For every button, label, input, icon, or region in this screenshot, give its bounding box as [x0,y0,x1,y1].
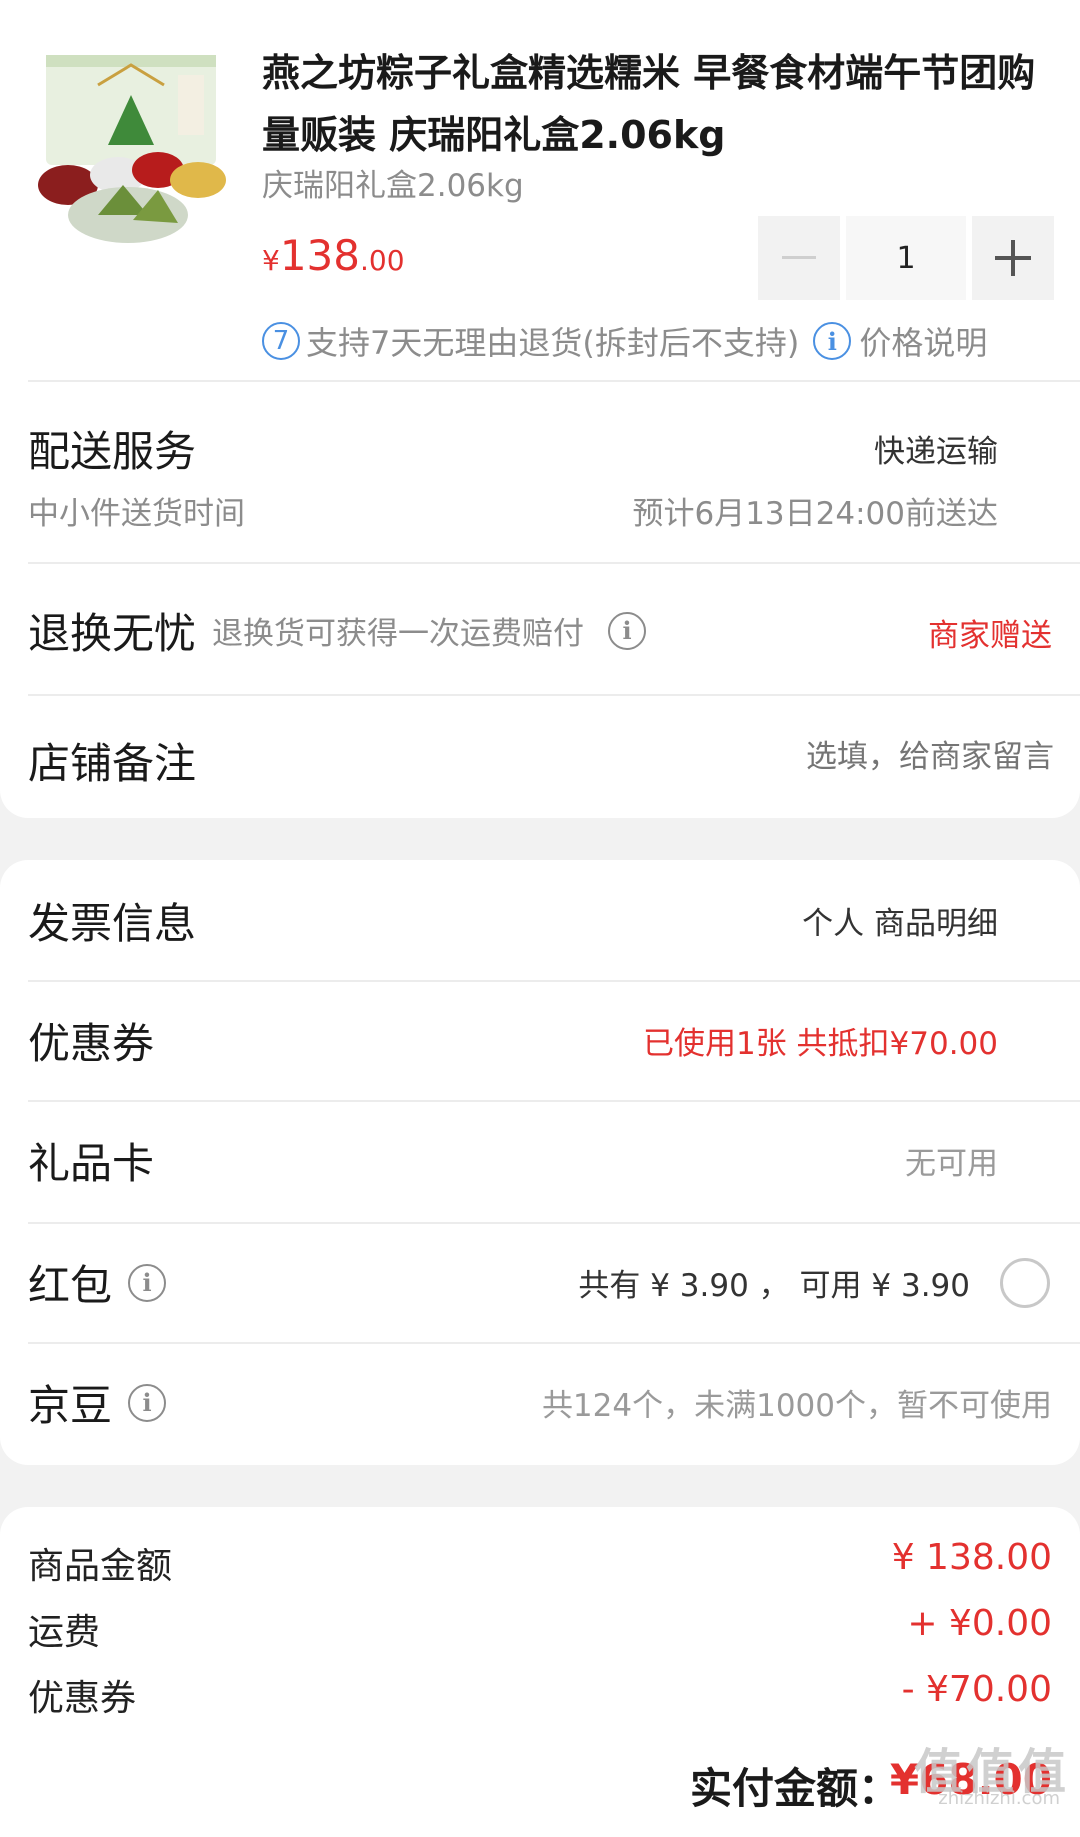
remark-label: 店铺备注 [28,739,197,788]
payment-options-card: 发票信息 个人 商品明细 优惠券 已使用1张 共抵扣¥70.00 礼品卡 无可用… [0,860,1080,1465]
divider [28,1342,1080,1344]
delivery-eta[interactable]: 预计6月13日24:00前送达 [632,488,998,533]
remark-input[interactable] [632,728,1056,786]
delivery-sub-label: 中小件送货时间 [28,496,245,532]
coupon-discount-label: 优惠券 [28,1678,137,1719]
decrease-quantity-button[interactable] [758,216,840,300]
giftcard-value[interactable]: 无可用 [905,1138,998,1183]
quantity-value[interactable]: 1 [846,216,966,300]
product-image[interactable] [28,45,234,251]
redpacket-value: 共有 ¥ 3.90 ， 可用 ¥ 3.90 [578,1268,970,1304]
total-label: 实付金额： [690,1764,901,1813]
delivery-method[interactable]: 快递运输 [874,426,998,471]
return-policy-row: 7 支持7天无理由退货(拆封后不支持) i 价格说明 [262,318,987,364]
jingdou-label: 京豆 [28,1381,113,1430]
coupon-discount-value: - ¥70.00 [901,1669,1052,1710]
return-policy-text: 支持7天无理由退货(拆封后不支持) [306,324,800,362]
minus-icon [782,256,816,259]
info-icon[interactable]: i [128,1263,167,1302]
price-note-link[interactable]: 价格说明 [859,318,987,364]
jingdou-value: 共124个，未满1000个，暂不可使用 [541,1388,1052,1424]
price-decimal: .00 [360,244,405,277]
divider [28,980,1080,982]
exchange-value: 商家赠送 [928,618,1052,654]
giftcard-label: 礼品卡 [28,1139,155,1188]
remark-field[interactable] [632,728,1056,786]
price-integer: 138 [279,231,360,280]
product-card: 燕之坊粽子礼盒精选糯米 早餐食材端午节团购量贩装 庆瑞阳礼盒2.06kg 庆瑞阳… [0,0,1080,818]
goods-amount-value: ¥ 138.00 [891,1537,1052,1578]
plus-icon [995,240,1031,276]
shipping-value: + ¥0.00 [907,1603,1052,1644]
exchange-desc: 退换货可获得一次运费赔付 [212,616,585,652]
invoice-label: 发票信息 [28,899,197,948]
divider [28,562,1080,564]
quantity-stepper: 1 [758,216,1054,300]
exchange-row[interactable]: 退换无忧 退换货可获得一次运费赔付 i [28,600,647,661]
increase-quantity-button[interactable] [972,216,1054,300]
divider [28,694,1080,696]
delivery-label: 配送服务 [28,427,197,476]
divider [28,1222,1080,1224]
info-icon[interactable]: i [608,611,647,650]
info-icon[interactable]: i [128,1383,167,1422]
product-price: ¥138.00 [262,232,405,285]
exchange-label: 退换无忧 [28,609,197,658]
shipping-label: 运费 [28,1612,101,1653]
invoice-value[interactable]: 个人 商品明细 [802,898,998,943]
price-currency: ¥ [262,244,280,277]
product-title[interactable]: 燕之坊粽子礼盒精选糯米 早餐食材端午节团购量贩装 庆瑞阳礼盒2.06kg [262,42,1052,166]
watermark-url: zhizhizhi.com [938,1788,1060,1809]
product-spec: 庆瑞阳礼盒2.06kg [262,168,524,204]
jingdou-row: 京豆 i [28,1372,167,1433]
divider [28,1100,1080,1102]
divider [28,380,1080,382]
redpacket-radio[interactable] [1000,1258,1050,1308]
goods-amount-label: 商品金额 [28,1546,173,1587]
info-icon[interactable]: i [813,322,852,360]
redpacket-row: 红包 i [28,1252,167,1313]
coupon-value[interactable]: 已使用1张 共抵扣¥70.00 [643,1018,998,1063]
seven-day-return-icon: 7 [262,322,300,360]
redpacket-label: 红包 [28,1261,113,1310]
coupon-label: 优惠券 [28,1019,155,1068]
